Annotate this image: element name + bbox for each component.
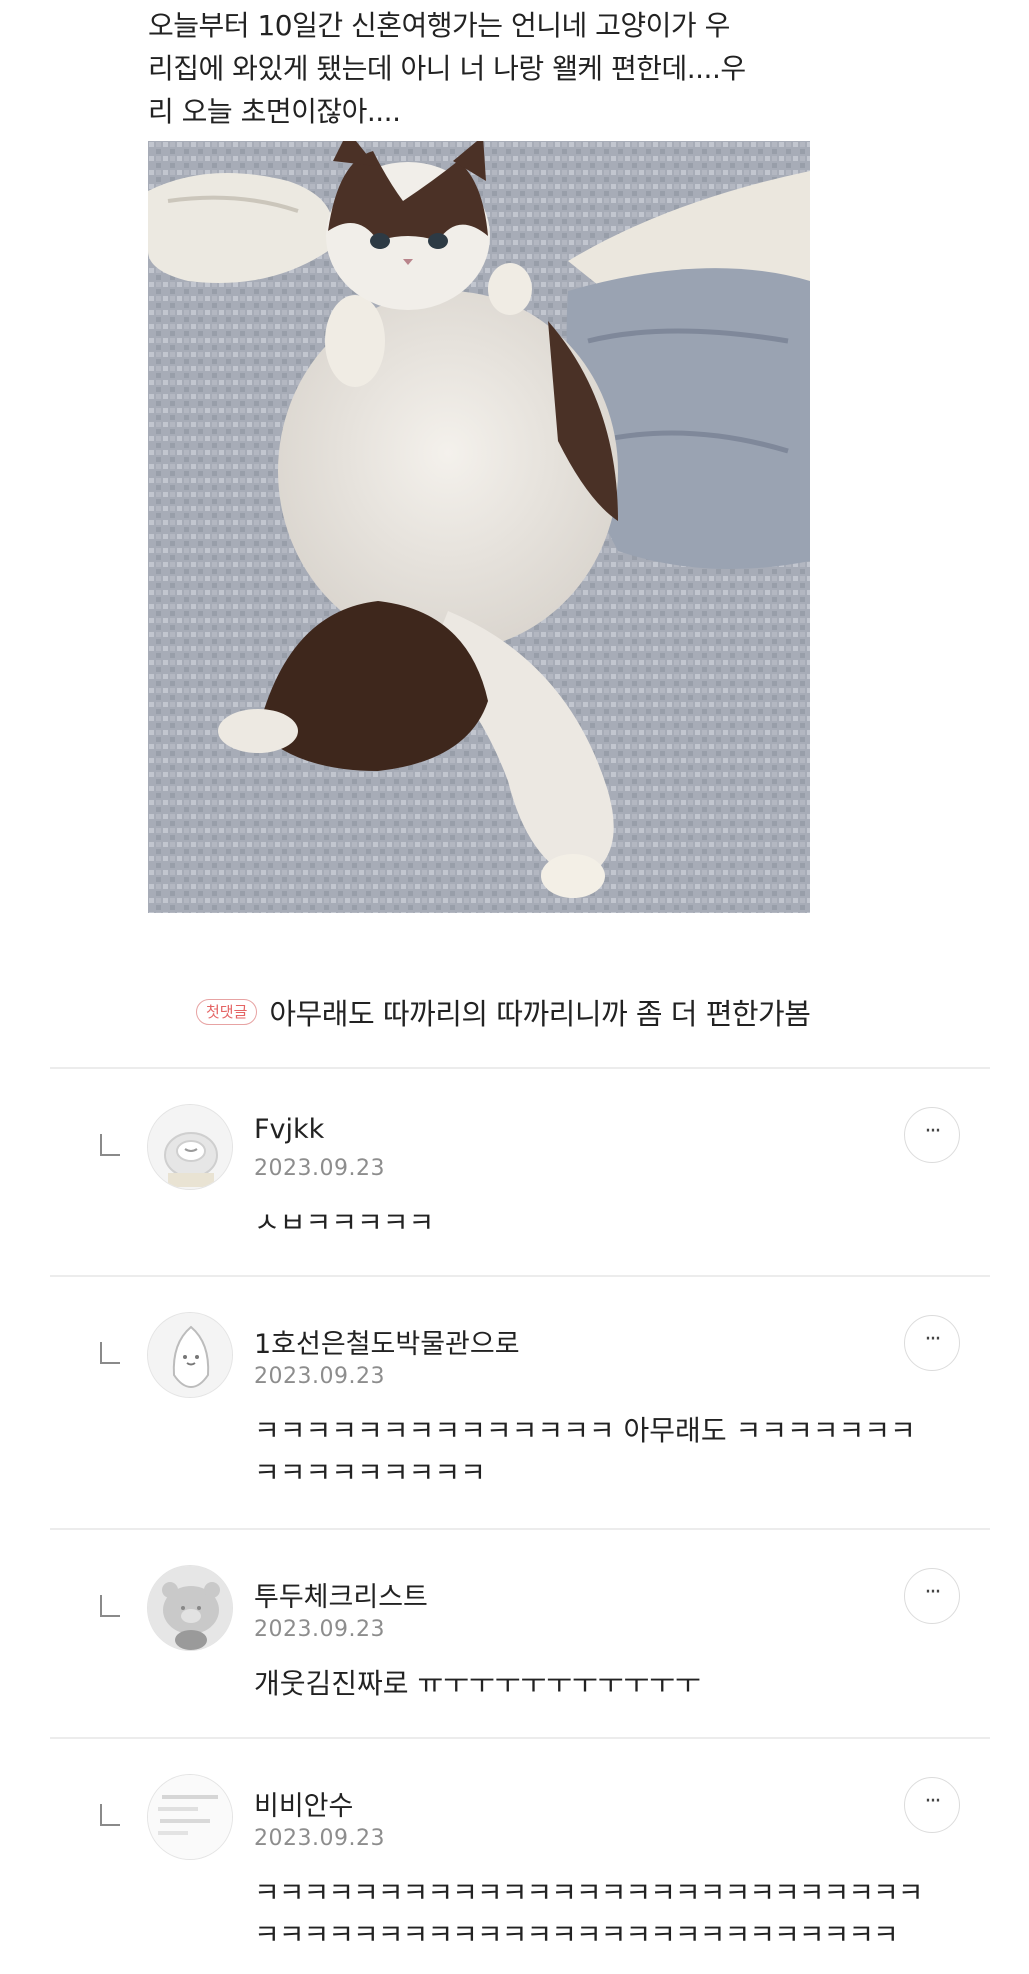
avatar[interactable] <box>147 1312 233 1398</box>
reply-arrow-icon <box>100 1595 120 1617</box>
post-text-line: 리 오늘 초면이잖아.... <box>148 95 401 128</box>
reply-arrow-icon <box>100 1804 120 1826</box>
reply-text-line: ㅋㅋㅋㅋㅋㅋㅋㅋㅋ <box>254 1456 486 1489</box>
divider <box>50 1067 990 1069</box>
reply-text-line: ㅋㅋㅋㅋㅋㅋㅋㅋㅋㅋㅋㅋㅋㅋㅋㅋㅋㅋㅋㅋㅋㅋㅋㅋㅋㅋㅋ <box>254 1876 924 1909</box>
reply-arrow-icon <box>100 1134 120 1156</box>
reply-item: 투두체크리스트 2023.09.23 ··· 개웃김진짜로 ㅠㅜㅜㅜㅜㅜㅜㅜㅜㅜ… <box>0 1565 1029 1735</box>
reply-text-line: ㅋㅋㅋㅋㅋㅋㅋㅋㅋㅋㅋㅋㅋㅋ 아무래도 ㅋㅋㅋㅋㅋㅋㅋ <box>254 1414 916 1447</box>
reply-date: 2023.09.23 <box>254 1364 385 1389</box>
reply-item: 1호선은철도박물관으로 2023.09.23 ··· ㅋㅋㅋㅋㅋㅋㅋㅋㅋㅋㅋㅋㅋ… <box>0 1312 1029 1522</box>
reply-text: ㅋㅋㅋㅋㅋㅋㅋㅋㅋㅋㅋㅋㅋㅋㅋㅋㅋㅋㅋㅋㅋㅋㅋㅋㅋㅋㅋ ㅋㅋㅋㅋㅋㅋㅋㅋㅋㅋㅋㅋ… <box>254 1872 954 1956</box>
reply-username[interactable]: 투두체크리스트 <box>254 1575 428 1614</box>
avatar[interactable] <box>147 1565 233 1651</box>
divider <box>50 1737 990 1739</box>
reply-date: 2023.09.23 <box>254 1617 385 1642</box>
cat-photo-illustration <box>148 141 810 913</box>
more-options-button[interactable]: ··· <box>904 1568 960 1624</box>
divider <box>50 1528 990 1530</box>
avatar[interactable] <box>147 1774 233 1860</box>
reply-item: 비비안수 2023.09.23 ··· ㅋㅋㅋㅋㅋㅋㅋㅋㅋㅋㅋㅋㅋㅋㅋㅋㅋㅋㅋㅋ… <box>0 1774 1029 1974</box>
reply-username[interactable]: 1호선은철도박물관으로 <box>254 1322 520 1361</box>
reply-item: Fvjkk 2023.09.23 ··· ㅅㅂㅋㅋㅋㅋㅋ <box>0 1104 1029 1274</box>
more-options-button[interactable]: ··· <box>904 1107 960 1163</box>
reply-arrow-icon <box>100 1342 120 1364</box>
divider <box>50 1275 990 1277</box>
first-comment[interactable]: 첫댓글 아무래도 따까리의 따까리니까 좀 더 편한가봄 <box>196 987 811 1037</box>
first-comment-text: 아무래도 따까리의 따까리니까 좀 더 편한가봄 <box>269 997 811 1031</box>
reply-username[interactable]: Fvjkk <box>254 1114 324 1145</box>
reply-text-line: 개웃김진짜로 ㅠㅜㅜㅜㅜㅜㅜㅜㅜㅜㅜ <box>254 1667 701 1700</box>
more-options-button[interactable]: ··· <box>904 1315 960 1371</box>
reply-username[interactable]: 비비안수 <box>254 1784 353 1823</box>
more-options-button[interactable]: ··· <box>904 1777 960 1833</box>
reply-text-line: ㅅㅂㅋㅋㅋㅋㅋ <box>254 1206 435 1239</box>
avatar[interactable] <box>147 1104 233 1190</box>
post-text: 오늘부터 10일간 신혼여행가는 언니네 고양이가 우 리집에 와있게 됐는데 … <box>148 4 808 133</box>
reply-date: 2023.09.23 <box>254 1826 385 1851</box>
post-text-line: 리집에 와있게 됐는데 아니 너 나랑 왤케 편한데....우 <box>148 52 746 85</box>
cat-photo[interactable] <box>148 141 810 913</box>
reply-date: 2023.09.23 <box>254 1156 385 1181</box>
reply-text-line: ㅋㅋㅋㅋㅋㅋㅋㅋㅋㅋㅋㅋㅋㅋㅋㅋㅋㅋㅋㅋㅋㅋㅋㅋㅋㅋ <box>254 1918 899 1951</box>
post-text-line: 오늘부터 10일간 신혼여행가는 언니네 고양이가 우 <box>148 9 730 42</box>
first-comment-badge: 첫댓글 <box>196 999 258 1025</box>
reply-text: ㅅㅂㅋㅋㅋㅋㅋ <box>254 1202 954 1244</box>
reply-text: 개웃김진짜로 ㅠㅜㅜㅜㅜㅜㅜㅜㅜㅜㅜ <box>254 1663 954 1705</box>
reply-text: ㅋㅋㅋㅋㅋㅋㅋㅋㅋㅋㅋㅋㅋㅋ 아무래도 ㅋㅋㅋㅋㅋㅋㅋ ㅋㅋㅋㅋㅋㅋㅋㅋㅋ <box>254 1410 954 1494</box>
